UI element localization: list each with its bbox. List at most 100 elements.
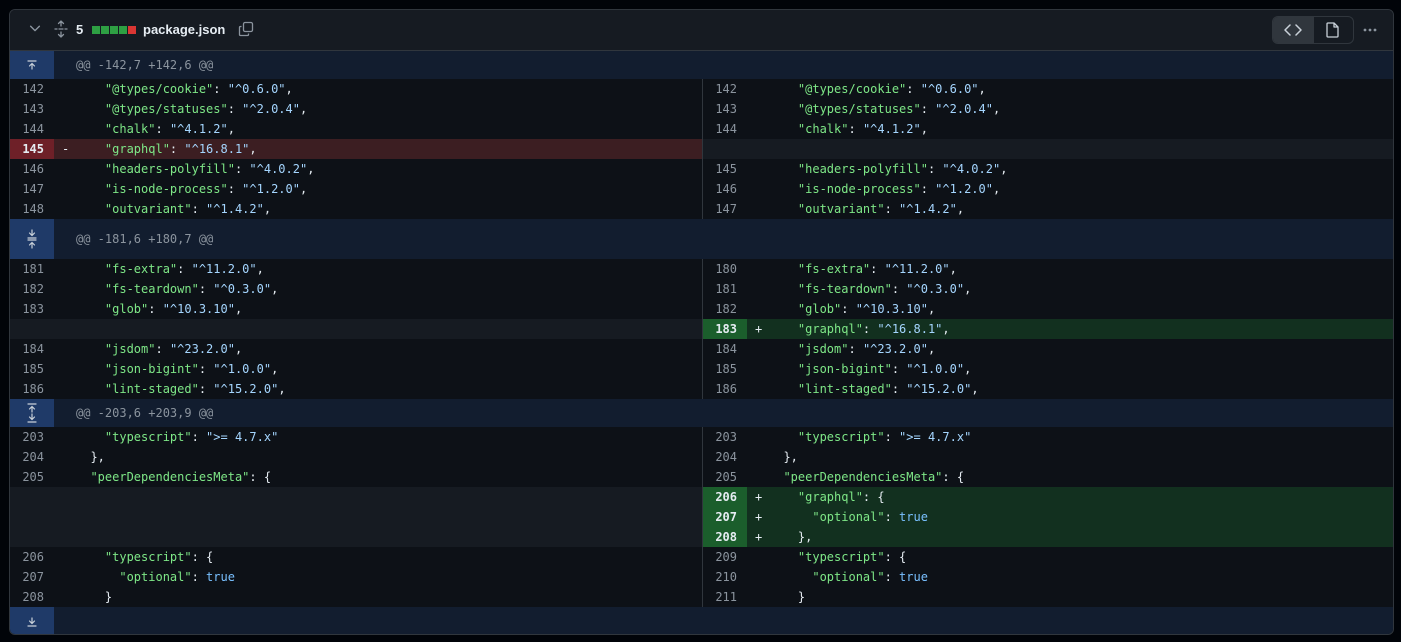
code-line: "optional": true bbox=[769, 567, 928, 587]
code-line: "@types/cookie": "^0.6.0", bbox=[769, 79, 986, 99]
code-token: "^11.2.0" bbox=[191, 262, 257, 276]
code-token: "^16.8.1" bbox=[877, 322, 943, 336]
line-number[interactable]: 205 bbox=[10, 467, 54, 487]
code-token: , bbox=[299, 102, 308, 116]
line-number[interactable]: 206 bbox=[10, 547, 54, 567]
line-number[interactable]: 185 bbox=[703, 359, 747, 379]
code-token: : bbox=[884, 430, 900, 444]
code-token: "typescript" bbox=[769, 550, 885, 564]
code-token: "glob" bbox=[76, 302, 149, 316]
line-number[interactable]: 144 bbox=[703, 119, 747, 139]
unfold-icon[interactable] bbox=[53, 20, 69, 38]
code-token: : bbox=[234, 162, 250, 176]
code-token: "@types/statuses" bbox=[76, 102, 228, 116]
line-number[interactable]: 146 bbox=[703, 179, 747, 199]
code-line: "peerDependenciesMeta": { bbox=[76, 467, 271, 487]
diff-row: 183 "glob": "^10.3.10", 182 "glob": "^10.… bbox=[10, 299, 1393, 319]
code-token: "^23.2.0" bbox=[862, 342, 928, 356]
line-number[interactable]: 207 bbox=[703, 507, 747, 527]
expand-hunk-button[interactable] bbox=[10, 51, 54, 79]
line-number[interactable]: 184 bbox=[703, 339, 747, 359]
code-token: "is-node-process" bbox=[769, 182, 921, 196]
code-view-button[interactable] bbox=[1273, 17, 1313, 43]
line-number[interactable]: 145 bbox=[703, 159, 747, 179]
old-side-line: 205 "peerDependenciesMeta": { bbox=[10, 467, 702, 487]
line-number[interactable]: 182 bbox=[10, 279, 54, 299]
code-token: "fs-teardown" bbox=[769, 282, 892, 296]
code-token: , bbox=[978, 82, 986, 96]
line-number[interactable]: 204 bbox=[10, 447, 54, 467]
code-token: "headers-polyfill" bbox=[769, 162, 928, 176]
file-name[interactable]: package.json bbox=[143, 22, 225, 37]
code-line: "graphql": { bbox=[769, 487, 885, 507]
code-token: , bbox=[920, 122, 928, 136]
line-number[interactable]: 147 bbox=[703, 199, 747, 219]
line-number[interactable]: 146 bbox=[10, 159, 54, 179]
line-number[interactable]: 203 bbox=[10, 427, 54, 447]
line-number[interactable]: 142 bbox=[10, 79, 54, 99]
line-number[interactable]: 186 bbox=[10, 379, 54, 399]
code-token: , bbox=[234, 302, 243, 316]
old-side-line: 181 "fs-extra": "^11.2.0", bbox=[10, 259, 702, 279]
line-number[interactable]: 208 bbox=[703, 527, 747, 547]
code-token: : bbox=[227, 102, 243, 116]
line-number[interactable]: 182 bbox=[703, 299, 747, 319]
line-number[interactable]: 204 bbox=[703, 447, 747, 467]
code-token: true bbox=[206, 570, 235, 584]
code-token: "^15.2.0" bbox=[906, 382, 972, 396]
diffstat-block bbox=[128, 26, 136, 34]
code-token: : bbox=[870, 262, 885, 276]
diff-row: 204 }, 204 }, bbox=[10, 447, 1393, 467]
old-side-line: 207 "optional": true bbox=[10, 567, 702, 587]
line-number[interactable]: 181 bbox=[10, 259, 54, 279]
expand-hunk-button[interactable] bbox=[10, 399, 54, 427]
file-view-button[interactable] bbox=[1312, 17, 1354, 43]
line-number[interactable]: 148 bbox=[10, 199, 54, 219]
old-side-line: 186 "lint-staged": "^15.2.0", bbox=[10, 379, 702, 399]
line-number[interactable]: 207 bbox=[10, 567, 54, 587]
additions-count: 5 bbox=[76, 22, 84, 37]
line-number[interactable]: 210 bbox=[703, 567, 747, 587]
old-side-line: 203 "typescript": ">= 4.7.x" bbox=[10, 427, 702, 447]
line-number[interactable]: 145 bbox=[10, 139, 54, 159]
line-number[interactable]: 211 bbox=[703, 587, 747, 607]
line-number[interactable]: 143 bbox=[703, 99, 747, 119]
code-token: "json-bigint" bbox=[769, 362, 892, 376]
line-number[interactable]: 206 bbox=[703, 487, 747, 507]
line-number[interactable]: 143 bbox=[10, 99, 54, 119]
expand-hunk-button[interactable] bbox=[10, 607, 54, 634]
code-token: : bbox=[198, 382, 214, 396]
expand-hunk-button[interactable] bbox=[10, 219, 54, 259]
line-number[interactable]: 203 bbox=[703, 427, 747, 447]
new-side-line: 186 "lint-staged": "^15.2.0", bbox=[702, 379, 1393, 399]
line-number[interactable]: 184 bbox=[10, 339, 54, 359]
line-number[interactable]: 147 bbox=[10, 179, 54, 199]
line-number[interactable]: 142 bbox=[703, 79, 747, 99]
code-token: : bbox=[177, 262, 192, 276]
code-token: "^0.6.0" bbox=[227, 82, 286, 96]
code-line: "is-node-process": "^1.2.0", bbox=[76, 179, 307, 199]
line-number[interactable]: 205 bbox=[703, 467, 747, 487]
kebab-horizontal-icon[interactable] bbox=[1362, 22, 1378, 38]
code-line: "fs-teardown": "^0.3.0", bbox=[769, 279, 971, 299]
diff-row: 182 "fs-teardown": "^0.3.0", 181 "fs-tear… bbox=[10, 279, 1393, 299]
code-token: , bbox=[949, 262, 957, 276]
line-number[interactable]: 186 bbox=[703, 379, 747, 399]
diff-row: 143 "@types/statuses": "^2.0.4", 143 "@ty… bbox=[10, 99, 1393, 119]
line-number[interactable]: 183 bbox=[10, 299, 54, 319]
line-number[interactable]: 183 bbox=[703, 319, 747, 339]
diff-row: 144 "chalk": "^4.1.2", 144 "chalk": "^4.1… bbox=[10, 119, 1393, 139]
chevron-down-icon[interactable] bbox=[28, 21, 42, 35]
copy-icon[interactable] bbox=[238, 21, 254, 37]
line-number[interactable]: 180 bbox=[703, 259, 747, 279]
line-number[interactable]: 209 bbox=[703, 547, 747, 567]
code-token: : bbox=[169, 142, 185, 156]
code-line: "lint-staged": "^15.2.0", bbox=[769, 379, 979, 399]
line-number[interactable]: 181 bbox=[703, 279, 747, 299]
line-number[interactable]: 185 bbox=[10, 359, 54, 379]
code-line: "optional": true bbox=[76, 567, 235, 587]
code-token: , bbox=[971, 382, 979, 396]
line-number[interactable]: 208 bbox=[10, 587, 54, 607]
line-number[interactable]: 144 bbox=[10, 119, 54, 139]
code-token: "peerDependenciesMeta" bbox=[769, 470, 943, 484]
